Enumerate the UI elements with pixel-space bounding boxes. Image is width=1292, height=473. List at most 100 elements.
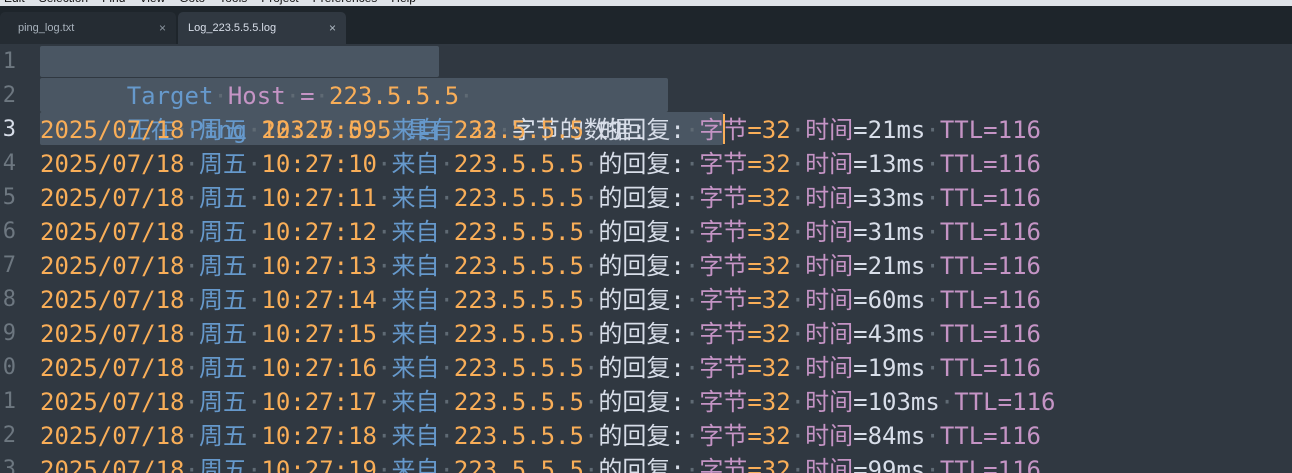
reply-weekday: 周五 xyxy=(198,252,247,280)
line-number: 6 xyxy=(2,219,16,244)
line-number: 4 xyxy=(2,151,16,176)
reply-from: 来自 xyxy=(391,218,440,246)
reply-date: 2025/07/18 xyxy=(40,116,185,144)
reply-bytes-value: =32 xyxy=(747,116,791,144)
reply-text: 的回复: xyxy=(598,422,685,450)
reply-from: 来自 xyxy=(391,150,440,178)
reply-from: 来自 xyxy=(391,422,440,450)
reply-time-label: 时间 xyxy=(805,320,854,348)
reply-time-label: 时间 xyxy=(805,150,854,178)
reply-from: 来自 xyxy=(391,388,440,416)
reply-time: 10:27:13 xyxy=(261,252,377,280)
reply-host: 223.5.5.5 xyxy=(453,354,584,382)
code-line: 正在·Ping·223.5.5.5·具有·32·字节的数据:· xyxy=(126,116,661,144)
reply-bytes-label: 字节 xyxy=(699,388,748,416)
reply-time-label: 时间 xyxy=(805,184,854,212)
reply-time: 10:27:11 xyxy=(261,184,377,212)
reply-weekday: 周五 xyxy=(198,286,247,314)
reply-text: 的回复: xyxy=(598,184,685,212)
reply-date: 2025/07/18 xyxy=(40,218,185,246)
reply-date: 2025/07/18 xyxy=(40,422,185,450)
reply-host: 223.5.5.5 xyxy=(453,388,584,416)
reply-bytes-value: =32 xyxy=(747,150,791,178)
reply-bytes-label: 字节 xyxy=(699,218,748,246)
reply-time-label: 时间 xyxy=(805,116,854,144)
reply-latency: =13ms xyxy=(853,150,926,178)
reply-line: 2025/07/18·周五·10:27:13·来自·223.5.5.5·的回复:… xyxy=(40,252,1041,280)
reply-line: 2025/07/18·周五·10:27:19·来自·223.5.5.5·的回复:… xyxy=(40,453,1041,473)
reply-weekday: 周五 xyxy=(198,150,247,178)
reply-weekday: 周五 xyxy=(198,456,247,473)
reply-weekday: 周五 xyxy=(198,388,247,416)
reply-bytes-label: 字节 xyxy=(699,354,748,382)
reply-ttl: TTL=116 xyxy=(939,184,1041,212)
reply-bytes-value: =32 xyxy=(747,218,791,246)
reply-time-label: 时间 xyxy=(805,354,854,382)
reply-date: 2025/07/18 xyxy=(40,184,185,212)
reply-text: 的回复: xyxy=(598,116,685,144)
reply-date: 2025/07/18 xyxy=(40,286,185,314)
reply-host: 223.5.5.5 xyxy=(453,150,584,178)
reply-line: 2025/07/18·周五·10:27:17·来自·223.5.5.5·的回复:… xyxy=(40,388,1056,416)
reply-date: 2025/07/18 xyxy=(40,456,185,473)
reply-ttl: TTL=116 xyxy=(939,422,1041,450)
reply-bytes-label: 字节 xyxy=(699,456,748,473)
reply-host: 223.5.5.5 xyxy=(453,422,584,450)
reply-ttl: TTL=116 xyxy=(939,320,1041,348)
reply-latency: =21ms xyxy=(853,252,926,280)
reply-text: 的回复: xyxy=(598,320,685,348)
reply-from: 来自 xyxy=(391,252,440,280)
tab-bar: ping_log.txt × Log_223.5.5.5.log × xyxy=(0,6,1292,44)
reply-latency: =84ms xyxy=(853,422,926,450)
reply-weekday: 周五 xyxy=(198,320,247,348)
line-number: 5 xyxy=(2,185,16,210)
reply-text: 的回复: xyxy=(598,218,685,246)
reply-text: 的回复: xyxy=(598,286,685,314)
reply-time-label: 时间 xyxy=(805,422,854,450)
close-icon[interactable]: × xyxy=(159,12,166,44)
reply-time-label: 时间 xyxy=(805,388,854,416)
line-number: 0 xyxy=(2,355,16,380)
line-number: 1 xyxy=(2,389,16,414)
reply-date: 2025/07/18 xyxy=(40,320,185,348)
reply-bytes-label: 字节 xyxy=(699,150,748,178)
line-number: 3 xyxy=(2,117,16,142)
reply-time: 10:27:10 xyxy=(261,150,377,178)
reply-time: 10:27:12 xyxy=(261,218,377,246)
reply-time: 10:27:16 xyxy=(261,354,377,382)
line-number: 2 xyxy=(2,83,16,108)
reply-date: 2025/07/18 xyxy=(40,354,185,382)
reply-latency: =43ms xyxy=(853,320,926,348)
close-icon[interactable]: × xyxy=(329,12,336,44)
reply-host: 223.5.5.5 xyxy=(453,252,584,280)
code-line: Target·Host·=·223.5.5.5· xyxy=(126,82,474,110)
reply-latency: =31ms xyxy=(853,218,926,246)
reply-bytes-value: =32 xyxy=(747,184,791,212)
tab-ping-log[interactable]: ping_log.txt × xyxy=(0,12,176,44)
text-editor[interactable]: 1 2 3 4 5 6 7 8 9 0 1 2 3 Target·Host·=·223.5.5.5· 正… xyxy=(0,44,1292,473)
reply-time-label: 时间 xyxy=(805,456,854,473)
reply-bytes-label: 字节 xyxy=(699,286,748,314)
reply-ttl: TTL=116 xyxy=(939,218,1041,246)
reply-date: 2025/07/18 xyxy=(40,150,185,178)
reply-line: 2025/07/18·周五·10:27:16·来自·223.5.5.5·的回复:… xyxy=(40,354,1041,382)
line-number-gutter: 1 2 3 4 5 6 7 8 9 0 1 2 3 xyxy=(0,44,30,473)
reply-line: 2025/07/18·周五·10:27:18·来自·223.5.5.5·的回复:… xyxy=(40,422,1041,450)
reply-latency: =99ms xyxy=(853,456,926,473)
reply-weekday: 周五 xyxy=(198,218,247,246)
reply-bytes-value: =32 xyxy=(747,354,791,382)
reply-from: 来自 xyxy=(391,184,440,212)
reply-bytes-label: 字节 xyxy=(699,422,748,450)
reply-line: 2025/07/18·周五·10:27:10·来自·223.5.5.5·的回复:… xyxy=(40,150,1041,178)
reply-from: 来自 xyxy=(391,286,440,314)
reply-host: 223.5.5.5 xyxy=(453,218,584,246)
reply-bytes-value: =32 xyxy=(747,286,791,314)
tab-log-file[interactable]: Log_223.5.5.5.log × xyxy=(178,12,346,44)
reply-host: 223.5.5.5 xyxy=(453,116,584,144)
line-number: 3 xyxy=(2,457,16,473)
reply-line: 2025/07/18·周五·10:27:09·来自·223.5.5.5·的回复:… xyxy=(40,116,1041,144)
reply-weekday: 周五 xyxy=(198,422,247,450)
tab-label: Log_223.5.5.5.log xyxy=(188,22,277,34)
code-area[interactable]: Target·Host·=·223.5.5.5· 正在·Ping·223.5.5… xyxy=(40,44,1292,473)
reply-time: 10:27:09 xyxy=(261,116,377,144)
